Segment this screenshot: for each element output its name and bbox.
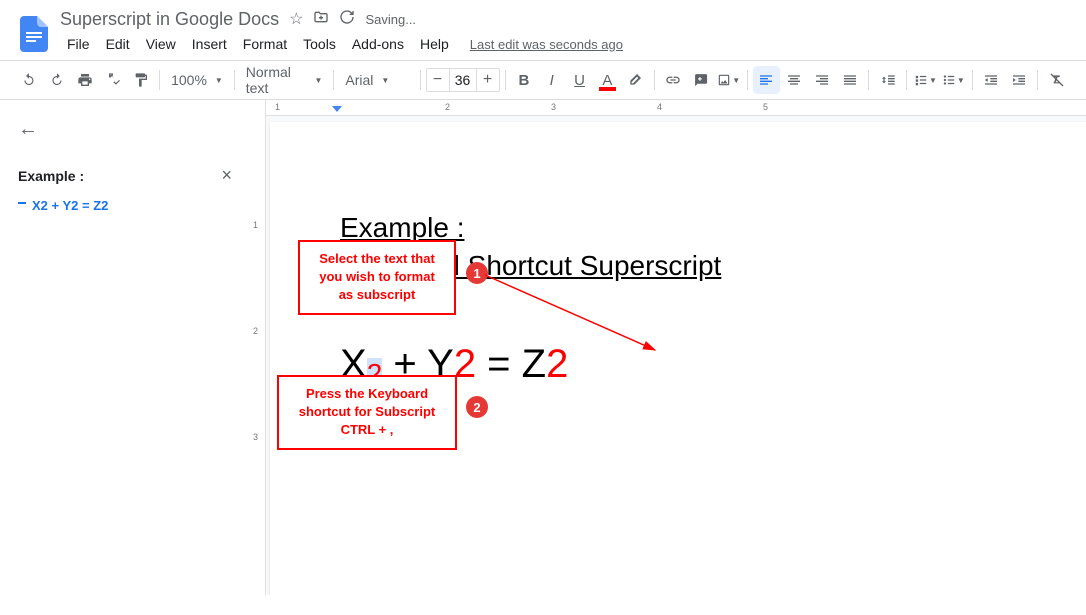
style-dropdown[interactable]: Normal text▼ [240,67,329,93]
font-size-increase[interactable]: + [477,69,499,91]
indent-marker-icon[interactable] [332,106,342,112]
move-icon[interactable] [313,9,329,30]
font-size-decrease[interactable]: − [427,69,449,91]
underline-button[interactable]: U [566,66,593,94]
bold-button[interactable]: B [510,66,537,94]
menu-insert[interactable]: Insert [185,32,234,56]
redo-button[interactable] [44,66,71,94]
align-left-button[interactable] [753,66,780,94]
spellcheck-button[interactable] [99,66,126,94]
font-size-control: − 36 + [426,68,500,92]
docs-logo-icon[interactable] [16,16,52,52]
saving-status: Saving... [365,12,416,27]
callout-2: Press the Keyboard shortcut for Subscrip… [277,375,457,450]
bullet-list-button[interactable]: ▼ [940,66,967,94]
line-spacing-button[interactable] [874,66,901,94]
print-button[interactable] [72,66,99,94]
clear-formatting-button[interactable] [1043,66,1070,94]
insert-comment-button[interactable] [687,66,714,94]
outline-panel: ← Example : × X2 + Y2 = Z2 [0,100,250,595]
highlight-button[interactable] [622,66,649,94]
align-justify-button[interactable] [837,66,864,94]
document-page[interactable]: Example : Keyboard Shortcut Superscript … [270,122,1086,595]
zoom-dropdown[interactable]: 100%▼ [165,67,229,93]
undo-button[interactable] [16,66,43,94]
menu-format[interactable]: Format [236,32,294,56]
outline-heading[interactable]: Example : × [18,161,238,190]
menu-addons[interactable]: Add-ons [345,32,411,56]
app-header: Superscript in Google Docs ☆ Saving... F… [0,0,1086,60]
increase-indent-button[interactable] [1006,66,1033,94]
outline-heading-text: Example : [18,168,84,184]
insert-image-button[interactable]: ▼ [715,66,742,94]
font-dropdown[interactable]: Arial▼ [339,67,414,93]
italic-button[interactable]: I [538,66,565,94]
menu-edit[interactable]: Edit [99,32,137,56]
outline-collapse-button[interactable]: ← [18,118,38,141]
menu-file[interactable]: File [60,32,97,56]
text-color-button[interactable]: A [594,66,621,94]
last-edit-link[interactable]: Last edit was seconds ago [470,37,623,52]
decrease-indent-button[interactable] [978,66,1005,94]
vertical-ruler: 1 2 3 [250,100,266,595]
checklist-button[interactable]: ▼ [912,66,939,94]
format-paint-button[interactable] [127,66,154,94]
align-center-button[interactable] [781,66,808,94]
insert-link-button[interactable] [660,66,687,94]
cloud-status-icon [339,9,355,30]
toolbar: 100%▼ Normal text▼ Arial▼ − 36 + B I U A… [0,60,1086,100]
outline-item[interactable]: X2 + Y2 = Z2 [18,190,238,213]
horizontal-ruler: 1 2 3 4 5 [250,100,1086,116]
menu-view[interactable]: View [139,32,183,56]
callout-1: Select the text that you wish to format … [298,240,456,315]
star-icon[interactable]: ☆ [289,9,303,29]
menu-help[interactable]: Help [413,32,456,56]
document-title[interactable]: Superscript in Google Docs [60,9,279,30]
outline-remove-icon[interactable]: × [221,165,238,186]
align-right-button[interactable] [809,66,836,94]
document-area: 1 2 3 4 5 Example : Keyboard Shortcut Su… [250,100,1086,595]
callout-badge-2: 2 [466,396,488,418]
menu-tools[interactable]: Tools [296,32,343,56]
menu-bar: File Edit View Insert Format Tools Add-o… [60,30,1070,60]
font-size-value[interactable]: 36 [449,69,477,91]
callout-badge-1: 1 [466,262,488,284]
